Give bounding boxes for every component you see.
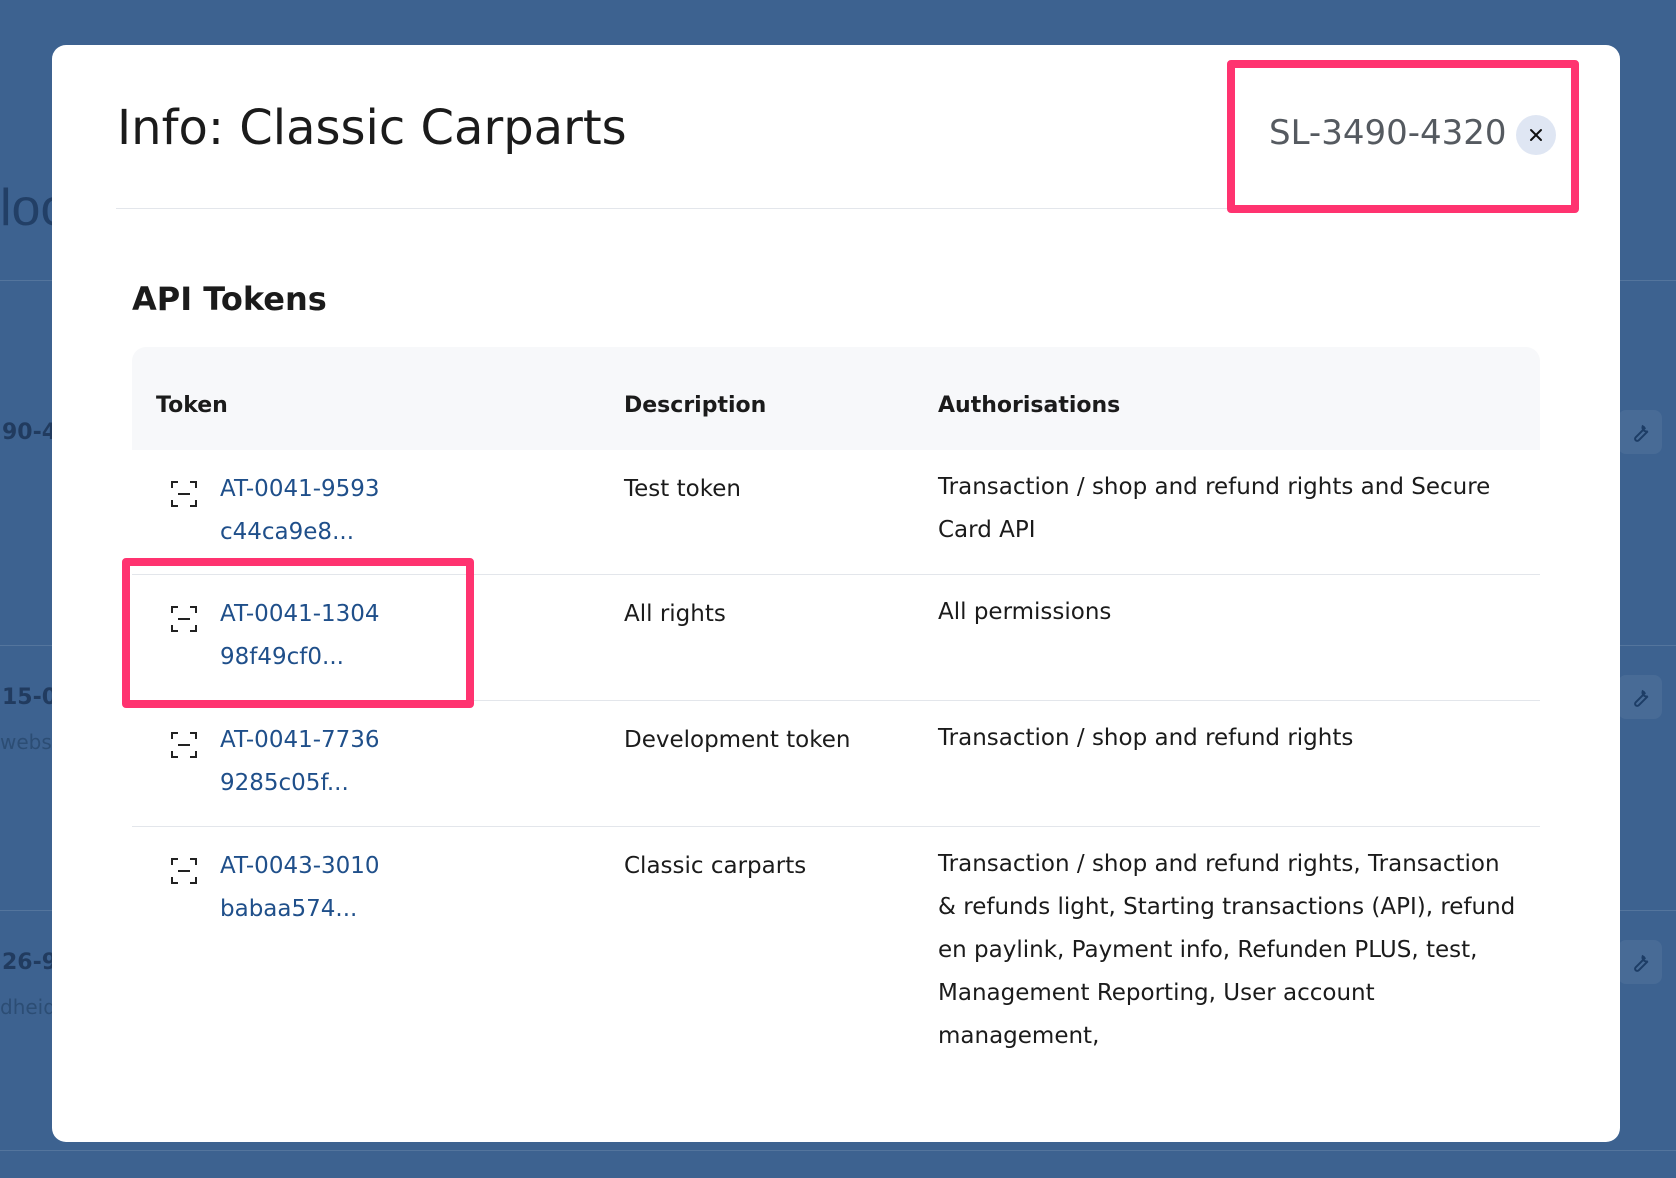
token-authorisations: Transaction / shop and refund rights xyxy=(938,725,1354,751)
background-row-number: 90-4 xyxy=(2,420,58,445)
modal-title: Info: Classic Carparts xyxy=(117,100,627,156)
annotation-highlight-token xyxy=(122,558,474,708)
header-divider xyxy=(116,208,1288,209)
token-hash-link[interactable]: c44ca9e8... xyxy=(220,519,354,545)
background-row-number: 26-9 xyxy=(2,950,58,975)
background-row-sub: dheid xyxy=(0,995,56,1019)
token-hash-link[interactable]: 9285c05f... xyxy=(220,770,349,796)
wrench-icon[interactable] xyxy=(1618,675,1662,719)
column-header-description: Description xyxy=(624,393,767,418)
wrench-icon[interactable] xyxy=(1618,410,1662,454)
token-description: Classic carparts xyxy=(624,853,807,879)
table-row: AT-0043-3010 babaa574... Classic carpart… xyxy=(132,827,1540,1067)
wrench-icon[interactable] xyxy=(1618,940,1662,984)
token-id-link[interactable]: AT-0041-9593 xyxy=(220,476,380,502)
info-modal: Info: Classic Carparts SL-3490-4320 API … xyxy=(52,45,1620,1142)
token-authorisations: Transaction / shop and refund rights, Tr… xyxy=(938,851,1516,1049)
token-description: Development token xyxy=(624,727,851,753)
token-description: All rights xyxy=(624,601,726,627)
token-authorisations: Transaction / shop and refund rights and… xyxy=(938,474,1491,543)
annotation-highlight-account xyxy=(1227,60,1579,213)
background-row-number: 15-0 xyxy=(2,685,58,710)
token-authorisations: All permissions xyxy=(938,599,1112,625)
token-icon[interactable] xyxy=(170,857,198,885)
table-header: Token Description Authorisations xyxy=(132,347,1540,450)
token-hash-link[interactable]: babaa574... xyxy=(220,896,357,922)
table-row: AT-0041-7736 9285c05f... Development tok… xyxy=(132,701,1540,827)
token-id-link[interactable]: AT-0043-3010 xyxy=(220,853,380,879)
token-description: Test token xyxy=(624,476,741,502)
token-icon[interactable] xyxy=(170,480,198,508)
token-icon[interactable] xyxy=(170,731,198,759)
token-id-link[interactable]: AT-0041-7736 xyxy=(220,727,380,753)
background-divider xyxy=(0,1150,1676,1151)
column-header-token: Token xyxy=(156,393,228,418)
table-row: AT-0041-9593 c44ca9e8... Test token Tran… xyxy=(132,450,1540,575)
column-header-authorisations: Authorisations xyxy=(938,393,1121,418)
section-title-api-tokens: API Tokens xyxy=(132,280,327,318)
